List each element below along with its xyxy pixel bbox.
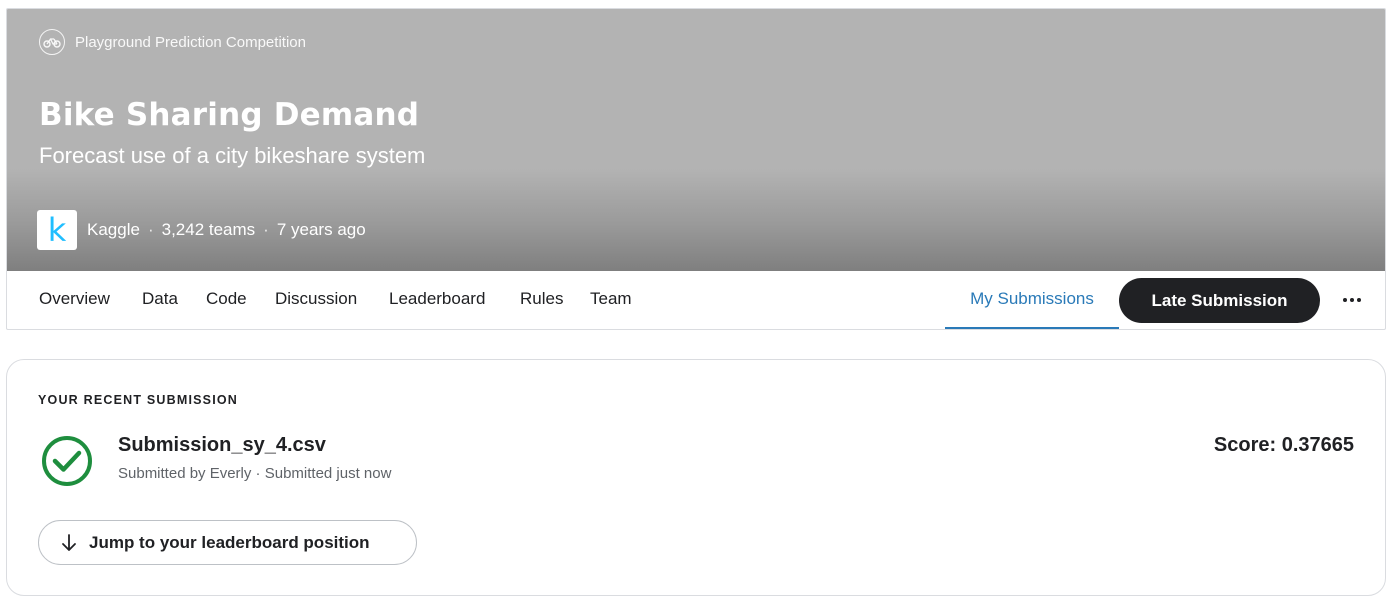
more-horizontal-icon[interactable] bbox=[1337, 288, 1367, 312]
competition-subtitle: Forecast use of a city bikeshare system bbox=[39, 143, 426, 168]
competition-banner: Playground Prediction Competition Bike S… bbox=[7, 9, 1385, 271]
host-name[interactable]: Kaggle bbox=[87, 220, 140, 240]
submission-file-name[interactable]: Submission_sy_4.csv bbox=[118, 434, 326, 457]
tab-rules[interactable]: Rules bbox=[520, 289, 563, 309]
competition-title: Bike Sharing Demand bbox=[39, 97, 420, 133]
separator-dot: · bbox=[263, 220, 269, 239]
tab-overview[interactable]: Overview bbox=[39, 289, 110, 309]
section-label: YOUR RECENT SUBMISSION bbox=[38, 393, 239, 407]
tab-discussion[interactable]: Discussion bbox=[275, 289, 357, 309]
tab-code[interactable]: Code bbox=[206, 289, 247, 309]
competition-age: 7 years ago bbox=[276, 220, 366, 239]
tab-my-submissions[interactable]: My Submissions bbox=[945, 271, 1119, 329]
competition-nav: Overview Data Code Discussion Leaderboar… bbox=[7, 271, 1385, 329]
recent-submission-card: YOUR RECENT SUBMISSION Submission_sy_4.c… bbox=[6, 359, 1386, 596]
competition-type: Playground Prediction Competition bbox=[39, 29, 306, 55]
separator-dot: · bbox=[147, 220, 154, 239]
jump-button-label: Jump to your leaderboard position bbox=[89, 532, 370, 552]
kaggle-logo[interactable]: k bbox=[37, 210, 77, 250]
jump-to-leaderboard-button[interactable]: Jump to your leaderboard position bbox=[38, 520, 417, 565]
bike-icon bbox=[39, 29, 65, 55]
host-info: k Kaggle · 3,242 teams · 7 years ago bbox=[37, 210, 366, 250]
submission-meta: Submitted by Everly · Submitted just now bbox=[118, 465, 392, 482]
competition-type-label: Playground Prediction Competition bbox=[75, 33, 306, 51]
late-submission-button[interactable]: Late Submission bbox=[1119, 278, 1320, 323]
tab-data[interactable]: Data bbox=[142, 289, 178, 309]
submission-score: Score: 0.37665 bbox=[1213, 434, 1354, 456]
competition-header: Playground Prediction Competition Bike S… bbox=[6, 8, 1386, 330]
check-circle-icon bbox=[42, 436, 92, 486]
tab-leaderboard[interactable]: Leaderboard bbox=[389, 289, 485, 309]
arrow-down-icon bbox=[62, 533, 76, 551]
team-count: 3,242 teams bbox=[161, 220, 256, 239]
tab-team[interactable]: Team bbox=[590, 289, 632, 309]
